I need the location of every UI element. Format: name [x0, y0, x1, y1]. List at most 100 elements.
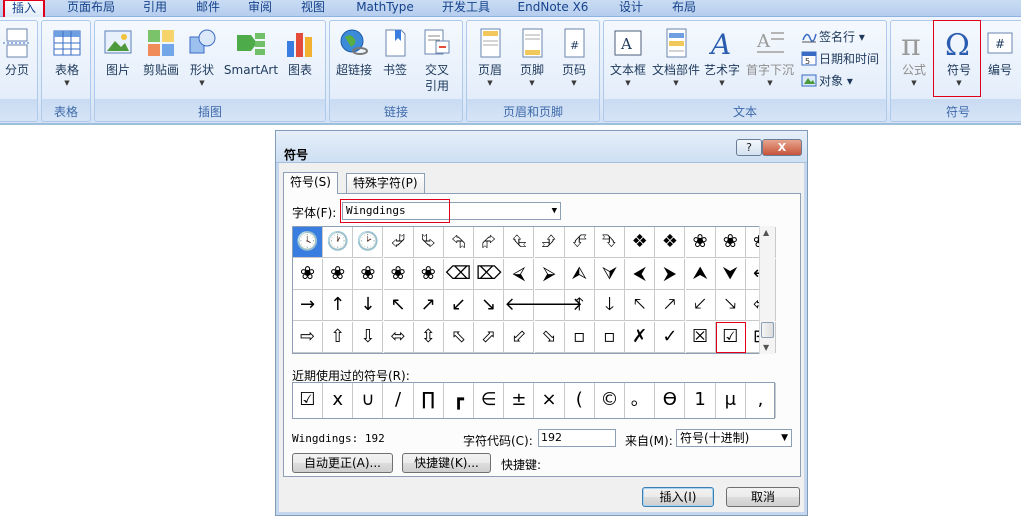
symbol-cell[interactable]: 🕑	[353, 227, 384, 258]
symbol-cell[interactable]: ⮛	[595, 258, 625, 290]
shortcut-key-button[interactable]: 快捷键(K)...	[402, 453, 491, 473]
symbol-cell[interactable]: 🡑	[564, 290, 595, 321]
symbol-cell[interactable]: ⬃	[504, 321, 535, 353]
tab-mathtype[interactable]: MathType	[349, 0, 421, 17]
symbol-cell[interactable]: 🡖	[715, 290, 746, 321]
symbol-cell[interactable]: ⮜	[625, 258, 656, 290]
tab-insert[interactable]: 插入	[3, 0, 45, 19]
tab-symbols[interactable]: 符号(S)	[283, 172, 338, 194]
tab-page-layout[interactable]: 页面布局	[62, 0, 120, 17]
symbol-cell[interactable]: ↖	[383, 290, 414, 321]
scroll-down-icon[interactable]: ▼	[763, 343, 769, 352]
symbol-cell[interactable]: ⌦	[474, 258, 505, 290]
table-button[interactable]: 表格 ▼	[50, 27, 84, 88]
symbol-cell[interactable]: ⇨	[293, 321, 323, 353]
symbol-cell[interactable]: ↙	[444, 290, 474, 321]
tab-layout[interactable]: 布局	[667, 0, 701, 17]
symbol-cell[interactable]: ↓	[353, 290, 384, 321]
symbol-cell[interactable]: ⮝	[685, 258, 716, 290]
recent-symbol-cell[interactable]: (	[565, 383, 595, 418]
clipart-button[interactable]: 剪贴画	[139, 27, 183, 78]
symbol-cell[interactable]: ↗	[413, 290, 444, 321]
recent-symbol-cell[interactable]: ∏	[414, 383, 444, 418]
tab-view[interactable]: 视图	[296, 0, 330, 17]
recent-symbol-cell[interactable]: x	[323, 383, 354, 418]
symbol-cell[interactable]: ⌫	[444, 258, 474, 290]
hyperlink-button[interactable]: 超链接	[334, 27, 374, 78]
symbol-cell[interactable]: ☒	[685, 321, 716, 353]
insert-button[interactable]: 插入(I)	[642, 487, 714, 507]
symbol-cell[interactable]: ❖	[625, 227, 656, 258]
tab-mailings[interactable]: 邮件	[191, 0, 225, 17]
tab-special-characters[interactable]: 特殊字符(P)	[346, 173, 425, 193]
symbol-cell[interactable]: ⬀	[474, 321, 505, 353]
symbol-cell[interactable]: ⮰	[383, 227, 414, 258]
symbol-cell[interactable]: ⮘	[504, 258, 535, 290]
from-select[interactable]: 符号(十进制) ▼	[676, 429, 792, 447]
quick-parts-button[interactable]: 文档部件 ▼	[652, 27, 700, 88]
symbol-cell[interactable]: 🕓	[293, 227, 323, 258]
header-button[interactable]: 页眉 ▼	[473, 27, 507, 88]
cancel-button[interactable]: 取消	[726, 487, 800, 507]
symbol-cell[interactable]: ⬂	[534, 321, 565, 353]
shapes-button[interactable]: 形状 ▼	[185, 27, 219, 88]
symbol-cell[interactable]: ↑	[323, 290, 354, 321]
recent-symbol-cell[interactable]: ×	[535, 383, 565, 418]
symbol-cell[interactable]: ⮟	[715, 258, 746, 290]
recent-symbol-cell[interactable]: μ	[716, 383, 746, 418]
symbol-cell[interactable]: 🡓	[595, 290, 625, 321]
symbol-cell[interactable]: 🡐	[504, 290, 553, 321]
symbol-cell[interactable]: ⮚	[534, 258, 565, 290]
symbol-grid-scrollbar[interactable]: ▲ ▼	[759, 226, 775, 354]
recent-symbol-cell[interactable]: 1	[686, 383, 716, 418]
symbol-cell[interactable]: ❀	[413, 258, 444, 290]
tab-review[interactable]: 审阅	[243, 0, 277, 17]
wordart-button[interactable]: A 艺术字 ▼	[702, 27, 742, 88]
recent-symbol-cell[interactable]: ©	[595, 383, 625, 418]
recent-symbol-cell[interactable]: ☑	[293, 383, 323, 418]
symbol-cell[interactable]: 🡗	[685, 290, 716, 321]
drop-cap-button[interactable]: A 首字下沉 ▼	[744, 27, 796, 88]
equation-button[interactable]: π 公式 ▼	[897, 27, 931, 88]
symbol-cell[interactable]: 🡔	[625, 290, 656, 321]
smartart-button[interactable]: SmartArt	[223, 27, 279, 78]
recent-symbol-cell[interactable]: /	[384, 383, 414, 418]
tab-design[interactable]: 设计	[614, 0, 648, 17]
recent-symbol-cell[interactable]: ϴ	[655, 383, 686, 418]
page-break-button[interactable]: 分页	[1, 27, 33, 78]
recent-symbol-cell[interactable]: ,	[746, 383, 776, 418]
symbol-cell[interactable]: ❀	[715, 227, 746, 258]
tab-developer[interactable]: 开发工具	[436, 0, 496, 17]
symbol-cell[interactable]: →	[293, 290, 323, 321]
bookmark-button[interactable]: 书签	[378, 27, 412, 78]
symbol-cell[interactable]: ⮙	[564, 258, 595, 290]
symbol-cell[interactable]: ⬁	[444, 321, 474, 353]
symbol-cell[interactable]: ❀	[353, 258, 384, 290]
symbol-cell[interactable]: ⮲	[444, 227, 474, 258]
symbol-cell[interactable]: ❖	[655, 227, 686, 258]
symbol-cell[interactable]: ⇳	[413, 321, 444, 353]
symbol-cell[interactable]: ✓	[655, 321, 686, 353]
date-time-button[interactable]: 5 日期和时间	[801, 49, 879, 69]
numbering-button[interactable]: # 编号	[983, 27, 1017, 78]
symbol-cell[interactable]: ❀	[383, 258, 414, 290]
tab-references[interactable]: 引用	[138, 0, 172, 17]
symbol-cell[interactable]: ❀	[323, 258, 354, 290]
symbol-cell[interactable]: ⇧	[323, 321, 354, 353]
help-button[interactable]: ?	[736, 139, 762, 156]
tab-endnote[interactable]: EndNote X6	[513, 0, 593, 17]
recent-symbol-cell[interactable]: ±	[504, 383, 535, 418]
symbol-cell[interactable]: ⮷	[595, 227, 625, 258]
symbol-cell[interactable]: ⮱	[413, 227, 444, 258]
recent-symbol-cell[interactable]: ∈	[474, 383, 505, 418]
scroll-up-icon[interactable]: ▲	[763, 228, 769, 237]
symbol-cell[interactable]: ⬄	[383, 321, 414, 353]
symbol-cell[interactable]: 🕐	[323, 227, 354, 258]
chart-button[interactable]: 图表	[283, 27, 317, 78]
symbol-cell[interactable]: ✗	[625, 321, 656, 353]
symbol-cell[interactable]: ⮴	[504, 227, 535, 258]
textbox-button[interactable]: A 文本框 ▼	[608, 27, 648, 88]
recent-symbol-cell[interactable]: ∪	[353, 383, 384, 418]
symbol-cell[interactable]: ▫	[564, 321, 595, 353]
symbol-cell[interactable]: ❀	[293, 258, 323, 290]
